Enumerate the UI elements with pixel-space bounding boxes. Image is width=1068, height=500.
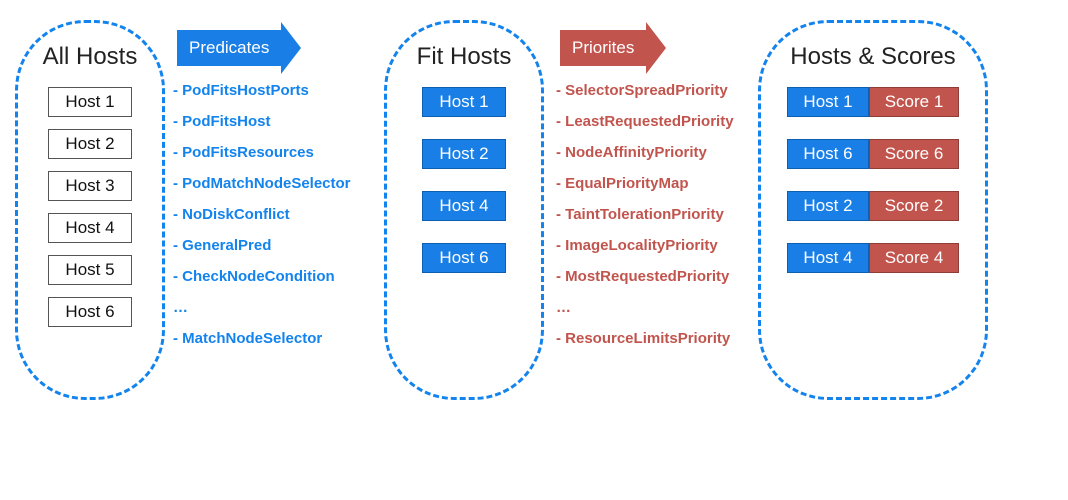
- stage-all-hosts: All Hosts Host 1 Host 2 Host 3 Host 4 Host 5…: [15, 20, 165, 400]
- predicates-item: - PodFitsHost: [173, 113, 351, 130]
- stage-fit-title: Fit Hosts: [417, 43, 512, 71]
- predicates-item: - PodMatchNodeSelector: [173, 175, 351, 192]
- fit-host-box: Host 6: [422, 243, 506, 273]
- score-row: Host 4Score 4: [787, 243, 959, 273]
- all-host-box: Host 1: [48, 87, 132, 117]
- priorities-item: - EqualPriorityMap: [556, 175, 734, 192]
- score-rows: Host 1Score 1Host 6Score 6Host 2Score 2H…: [787, 87, 959, 295]
- all-host-box: Host 3: [48, 171, 132, 201]
- priorities-item: - LeastRequestedPriority: [556, 113, 734, 130]
- priorities-column: Priorites - SelectorSpreadPriority - Leas…: [548, 20, 758, 347]
- fit-hosts-list: Host 1 Host 2 Host 4 Host 6: [422, 87, 506, 295]
- stage-hosts-scores: Hosts & Scores Host 1Score 1Host 6Score …: [758, 20, 988, 400]
- stage-fit-hosts: Fit Hosts Host 1 Host 2 Host 4 Host 6: [384, 20, 544, 400]
- predicates-item: - NoDiskConflict: [173, 206, 351, 223]
- score-row-score: Score 2: [869, 191, 959, 221]
- fit-host-box: Host 4: [422, 191, 506, 221]
- score-row-host: Host 1: [787, 87, 869, 117]
- predicates-item: - CheckNodeCondition: [173, 268, 351, 285]
- score-row-score: Score 4: [869, 243, 959, 273]
- predicates-item: - GeneralPred: [173, 237, 351, 254]
- predicates-arrow-label: Predicates: [189, 38, 269, 58]
- priorities-item: …: [556, 299, 734, 316]
- predicates-item: - PodFitsHostPorts: [173, 82, 351, 99]
- priorities-item: - ResourceLimitsPriority: [556, 330, 734, 347]
- score-row-host: Host 4: [787, 243, 869, 273]
- all-host-box: Host 6: [48, 297, 132, 327]
- priorities-arrow: Priorites: [560, 30, 646, 66]
- priorities-item: - ImageLocalityPriority: [556, 237, 734, 254]
- predicates-arrow: Predicates: [177, 30, 281, 66]
- score-row-host: Host 6: [787, 139, 869, 169]
- priorities-item: - TaintTolerationPriority: [556, 206, 734, 223]
- predicates-item: - MatchNodeSelector: [173, 330, 351, 347]
- all-host-box: Host 5: [48, 255, 132, 285]
- all-host-box: Host 4: [48, 213, 132, 243]
- score-row-host: Host 2: [787, 191, 869, 221]
- score-row: Host 6Score 6: [787, 139, 959, 169]
- score-row-score: Score 1: [869, 87, 959, 117]
- stage-all-title: All Hosts: [43, 43, 138, 71]
- stage-score-title: Hosts & Scores: [790, 43, 955, 71]
- predicates-item: - PodFitsResources: [173, 144, 351, 161]
- all-hosts-list: Host 1 Host 2 Host 3 Host 4 Host 5 Host 6: [48, 87, 132, 339]
- priorities-item: - NodeAffinityPriority: [556, 144, 734, 161]
- priorities-item: - MostRequestedPriority: [556, 268, 734, 285]
- all-host-box: Host 2: [48, 129, 132, 159]
- score-row-score: Score 6: [869, 139, 959, 169]
- score-row: Host 1Score 1: [787, 87, 959, 117]
- predicates-item: …: [173, 299, 351, 316]
- score-row: Host 2Score 2: [787, 191, 959, 221]
- predicates-column: Predicates - PodFitsHostPorts- PodFitsHo…: [165, 20, 380, 347]
- fit-host-box: Host 2: [422, 139, 506, 169]
- priorities-arrow-label: Priorites: [572, 38, 634, 58]
- fit-host-box: Host 1: [422, 87, 506, 117]
- priorities-item: - SelectorSpreadPriority: [556, 82, 734, 99]
- priorities-list: - SelectorSpreadPriority - LeastRequested…: [556, 82, 734, 347]
- predicates-list: - PodFitsHostPorts - PodFitsHost - PodFits…: [173, 82, 351, 347]
